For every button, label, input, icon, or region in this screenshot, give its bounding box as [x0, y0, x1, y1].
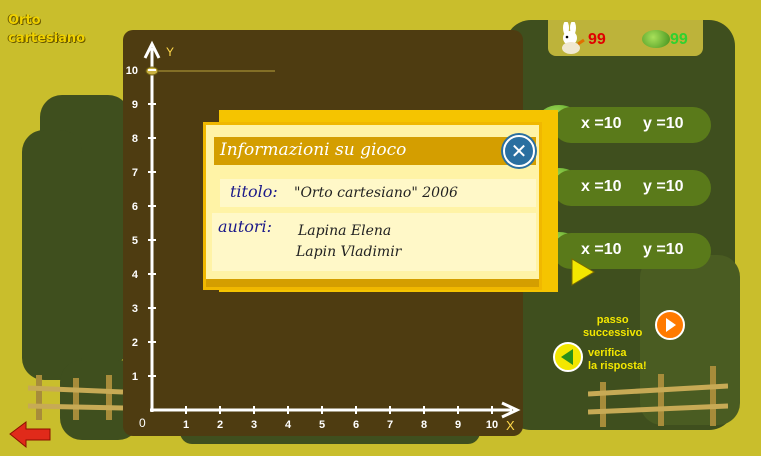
x-tick-label: 2: [217, 419, 223, 431]
origin-label: 0: [139, 416, 146, 430]
x-tick-label: 5: [319, 419, 325, 431]
dialog-footer-bar: [206, 279, 539, 287]
verify-arrow-icon: [561, 349, 573, 365]
rabbit-icon: [558, 21, 585, 54]
y-tick-label: 8: [132, 133, 138, 145]
close-icon: ✕: [510, 139, 528, 163]
author-2: Lapin Vladimir: [296, 244, 402, 260]
dialog-header: Informazioni su gioco: [214, 137, 536, 165]
x-tick-label: 9: [455, 419, 461, 431]
coordinate-pair: x =10 y =10: [553, 170, 711, 206]
coordinate-pair: x =10 y =10: [553, 107, 711, 143]
y-tick-label: 10: [126, 65, 138, 77]
x-tick-label: 1: [183, 419, 189, 431]
y-value: y =10: [643, 178, 684, 195]
x-tick-label: 6: [353, 419, 359, 431]
y-tick-label: 7: [132, 167, 138, 179]
dialog-title: Informazioni su gioco: [220, 140, 407, 160]
lettuce-score: 99: [670, 31, 688, 48]
y-tick-label: 5: [132, 235, 138, 247]
authors-label: autori:: [218, 217, 273, 236]
y-tick-label: 6: [132, 201, 138, 213]
fence-right: [588, 366, 728, 427]
author-1: Lapina Elena: [298, 223, 392, 239]
y-axis-label: Y: [166, 45, 174, 59]
next-arrow-icon: [666, 318, 676, 332]
x-value: x =10: [581, 115, 622, 132]
y-value: y =10: [643, 115, 684, 132]
score-bar: 99 99: [548, 20, 703, 56]
play-arrow-icon: [571, 258, 595, 286]
title-row: titolo: "Orto cartesiano" 2006: [220, 179, 536, 207]
x-tick-label: 10: [486, 419, 498, 431]
lettuce-icon: [642, 30, 670, 48]
x-tick-label: 3: [251, 419, 257, 431]
y-tick-label: 9: [132, 99, 138, 111]
y-tick-label: 3: [132, 303, 138, 315]
title-label: titolo:: [230, 182, 278, 201]
title-value: "Orto cartesiano" 2006: [294, 185, 458, 201]
y-value: y =10: [643, 241, 684, 258]
fence-left: [28, 375, 123, 420]
back-arrow-icon[interactable]: [8, 420, 54, 450]
x-tick-label: 7: [387, 419, 393, 431]
next-step-button[interactable]: [655, 310, 685, 340]
y-tick-label: 2: [132, 337, 138, 349]
x-tick-label: 4: [285, 419, 292, 431]
y-tick-label: 1: [132, 371, 138, 383]
info-dialog: Informazioni su gioco ✕ titolo: "Orto ca…: [203, 122, 542, 290]
verify-button[interactable]: [553, 342, 583, 372]
next-step-label: passo successivo: [583, 314, 643, 339]
x-axis-label: X: [506, 418, 515, 433]
x-value: x =10: [581, 178, 622, 195]
y-tick-label: 4: [132, 269, 139, 281]
x-tick-label: 8: [421, 419, 427, 431]
close-button[interactable]: ✕: [503, 135, 535, 167]
rabbit-score: 99: [588, 31, 606, 48]
authors-row: autori: Lapina Elena Lapin Vladimir: [212, 213, 536, 271]
